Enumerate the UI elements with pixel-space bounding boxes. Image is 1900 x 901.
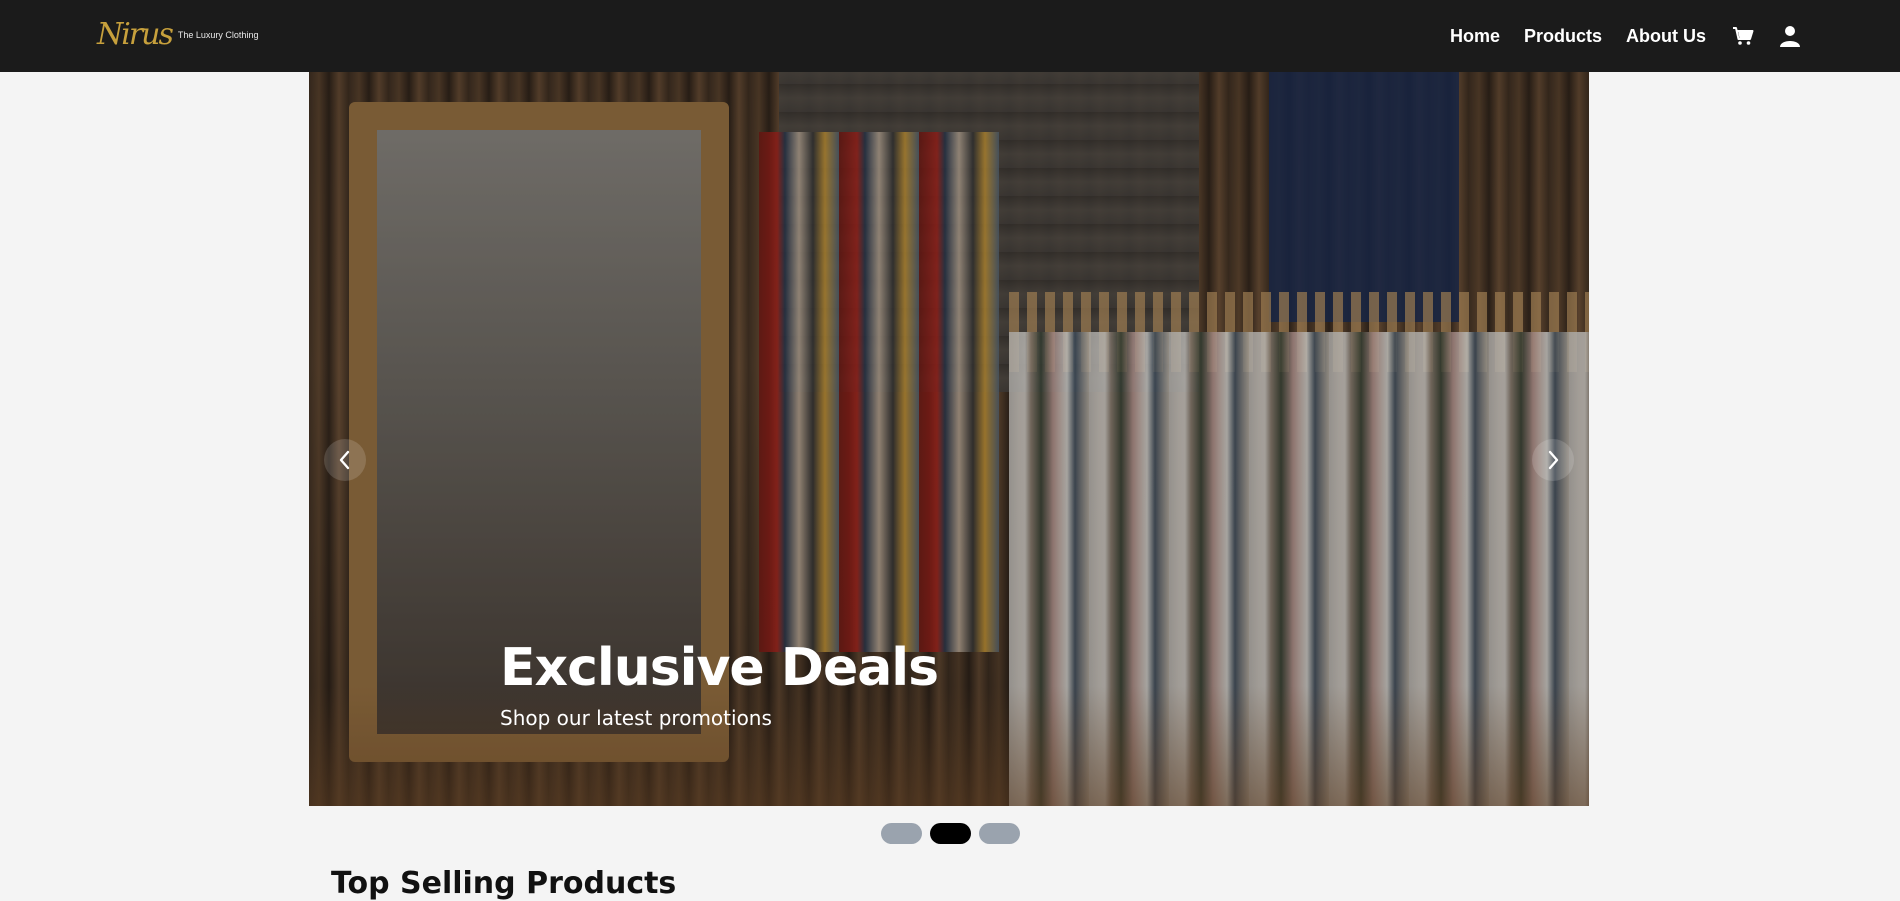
user-icon[interactable] [1780, 25, 1800, 47]
chevron-left-icon [339, 450, 350, 470]
nav-home-link[interactable]: Home [1450, 26, 1500, 47]
nav-products-link[interactable]: Products [1524, 26, 1602, 47]
hero-carousel: Exclusive Deals Shop our latest promotio… [309, 72, 1589, 806]
carousel-prev-button[interactable] [324, 439, 366, 481]
carousel-dot-2[interactable] [929, 823, 971, 844]
main-nav: Home Products About Us [1426, 0, 1800, 72]
brand-tagline: The Luxury Clothing [177, 30, 259, 40]
cart-icon[interactable] [1732, 26, 1754, 46]
hero-subtitle: Shop our latest promotions [500, 706, 772, 730]
top-selling-section-title: Top Selling Products [331, 866, 677, 901]
nav-about-link[interactable]: About Us [1626, 26, 1706, 47]
carousel-dot-1[interactable] [880, 823, 922, 844]
carousel-indicators [0, 823, 1900, 844]
hero-title: Exclusive Deals [500, 638, 939, 698]
carousel-next-button[interactable] [1532, 439, 1574, 481]
brand-mark: Nirus [97, 17, 174, 52]
brand-logo[interactable]: Nirus The Luxury Clothing [97, 16, 258, 54]
carousel-dot-3[interactable] [978, 823, 1020, 844]
site-header: Nirus The Luxury Clothing Home Products … [0, 0, 1900, 72]
chevron-right-icon [1548, 450, 1559, 470]
